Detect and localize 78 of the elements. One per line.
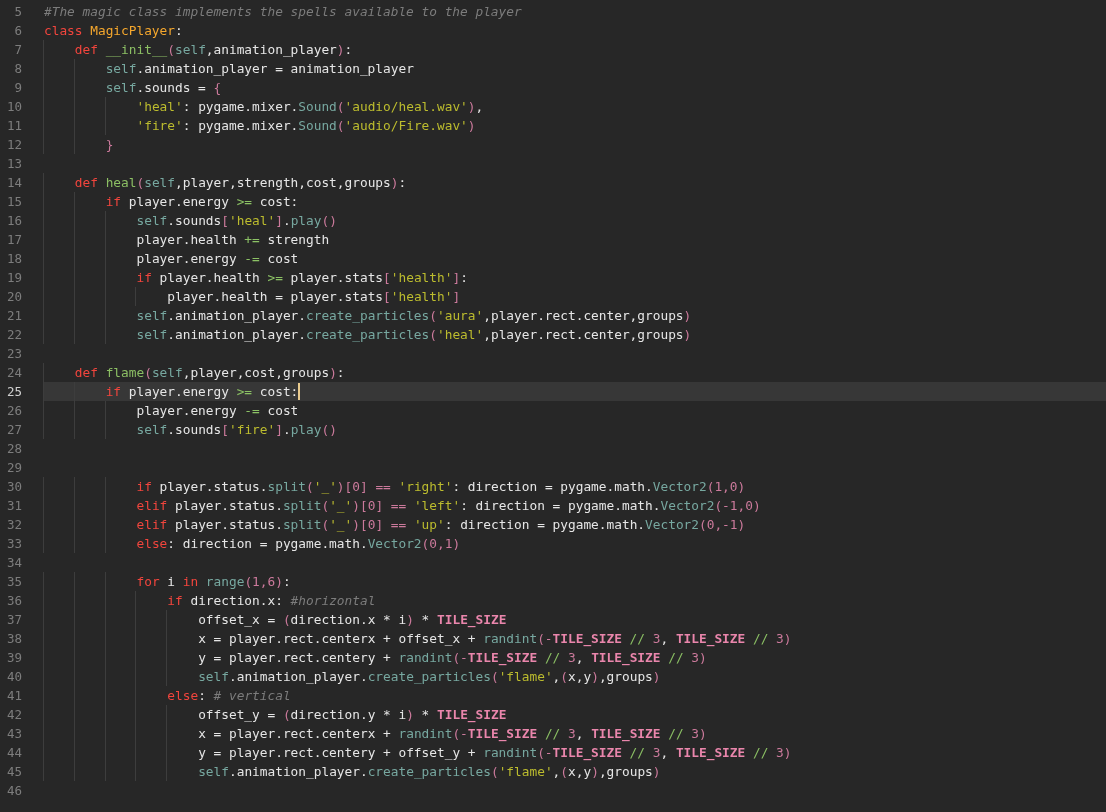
code-line: class MagicPlayer:	[44, 22, 183, 40]
line-number: 45	[5, 763, 22, 781]
code-line: self.animation_player.create_particles('heal',player.rect.center,groups)	[44, 325, 692, 344]
code-line: if player.health >= player.stats['health']:	[44, 268, 468, 287]
line-number: 13	[5, 155, 22, 173]
line-number: 6	[13, 22, 22, 40]
code-line: self.animation_player = animation_player	[44, 59, 414, 78]
code-line: else: direction = pygame.math.Vector2(0,1)	[44, 534, 461, 553]
code-line: player.energy -= cost	[44, 401, 299, 420]
code-line: self.animation_player.create_particles('aura',player.rect.center,groups)	[44, 306, 692, 325]
line-number: 46	[5, 782, 22, 800]
line-number: 31	[5, 497, 22, 515]
line-number: 16	[5, 212, 22, 230]
line-number: 29	[5, 459, 22, 477]
code-line: if player.energy >= cost:	[44, 382, 299, 401]
line-number: 36	[5, 592, 22, 610]
line-number: 28	[5, 440, 22, 458]
line-number: 34	[5, 554, 22, 572]
code-line: y = player.rect.centery + offset_y + randint(-TILE_SIZE // 3, TILE_SIZE // 3)	[44, 743, 792, 762]
code-line: elif player.status.split('_')[0] == 'left': direction = pygame.math.Vector2(-1,0)	[44, 496, 761, 515]
line-number: 10	[5, 98, 22, 116]
line-number: 5	[13, 3, 22, 21]
code-line: offset_x = (direction.x * i) * TILE_SIZE	[44, 610, 507, 629]
line-number: 32	[5, 516, 22, 534]
code-line: offset_y = (direction.y * i) * TILE_SIZE	[44, 705, 507, 724]
line-number: 40	[5, 668, 22, 686]
line-number: 35	[5, 573, 22, 591]
line-number: 37	[5, 611, 22, 629]
code-line: #The magic class implements the spells available to the player	[44, 3, 522, 21]
line-number: 21	[5, 307, 22, 325]
code-line: self.sounds['heal'].play()	[44, 211, 337, 230]
code-line: if player.energy >= cost:	[44, 192, 299, 211]
text-cursor	[298, 383, 301, 400]
code-line: else: # vertical	[44, 686, 291, 705]
line-number: 26	[5, 402, 22, 420]
line-number: 44	[5, 744, 22, 762]
code-line: 'heal': pygame.mixer.Sound('audio/heal.wav'),	[44, 97, 484, 116]
line-number: 7	[13, 41, 22, 59]
code-line: for i in range(1,6):	[44, 572, 291, 591]
line-number: 38	[5, 630, 22, 648]
line-number: 23	[5, 345, 22, 363]
code-line: self.sounds['fire'].play()	[44, 420, 337, 439]
code-line: if direction.x: #horizontal	[44, 591, 376, 610]
line-number: 33	[5, 535, 22, 553]
line-number: 27	[5, 421, 22, 439]
line-number: 17	[5, 231, 22, 249]
line-number: 11	[5, 117, 22, 135]
line-number: 18	[5, 250, 22, 268]
line-number: 41	[5, 687, 22, 705]
code-line: self.animation_player.create_particles('flame',(x,y),groups)	[44, 667, 661, 686]
line-number: 30	[5, 478, 22, 496]
code-line: player.health = player.stats['health']	[44, 287, 461, 306]
code-line: if player.status.split('_')[0] == 'right': direction = pygame.math.Vector2(1,0)	[44, 477, 746, 496]
line-number: 25	[5, 383, 22, 401]
line-number: 15	[5, 193, 22, 211]
code-line: def __init__(self,animation_player):	[44, 40, 353, 59]
code-line: 'fire': pygame.mixer.Sound('audio/Fire.wav')	[44, 116, 476, 135]
code-line: self.animation_player.create_particles('flame',(x,y),groups)	[44, 762, 661, 781]
code-line: elif player.status.split('_')[0] == 'up': direction = pygame.math.Vector2(0,-1)	[44, 515, 746, 534]
code-line: x = player.rect.centerx + randint(-TILE_SIZE // 3, TILE_SIZE // 3)	[44, 724, 707, 743]
line-number: 8	[13, 60, 22, 78]
code-line: self.sounds = {	[44, 78, 222, 97]
code-line: y = player.rect.centery + randint(-TILE_SIZE // 3, TILE_SIZE // 3)	[44, 648, 707, 667]
code-line: }	[44, 135, 114, 154]
code-line: def heal(self,player,strength,cost,groups):	[44, 173, 407, 192]
line-number: 12	[5, 136, 22, 154]
code-line: x = player.rect.centerx + offset_x + randint(-TILE_SIZE // 3, TILE_SIZE // 3)	[44, 629, 792, 648]
line-number: 9	[13, 79, 22, 97]
code-line: player.energy -= cost	[44, 249, 299, 268]
line-number: 22	[5, 326, 22, 344]
line-number: 39	[5, 649, 22, 667]
line-number: 43	[5, 725, 22, 743]
line-number: 19	[5, 269, 22, 287]
line-number: 24	[5, 364, 22, 382]
line-number: 14	[5, 174, 22, 192]
code-line: player.health += strength	[44, 230, 330, 249]
line-number: 20	[5, 288, 22, 306]
line-number: 42	[5, 706, 22, 724]
